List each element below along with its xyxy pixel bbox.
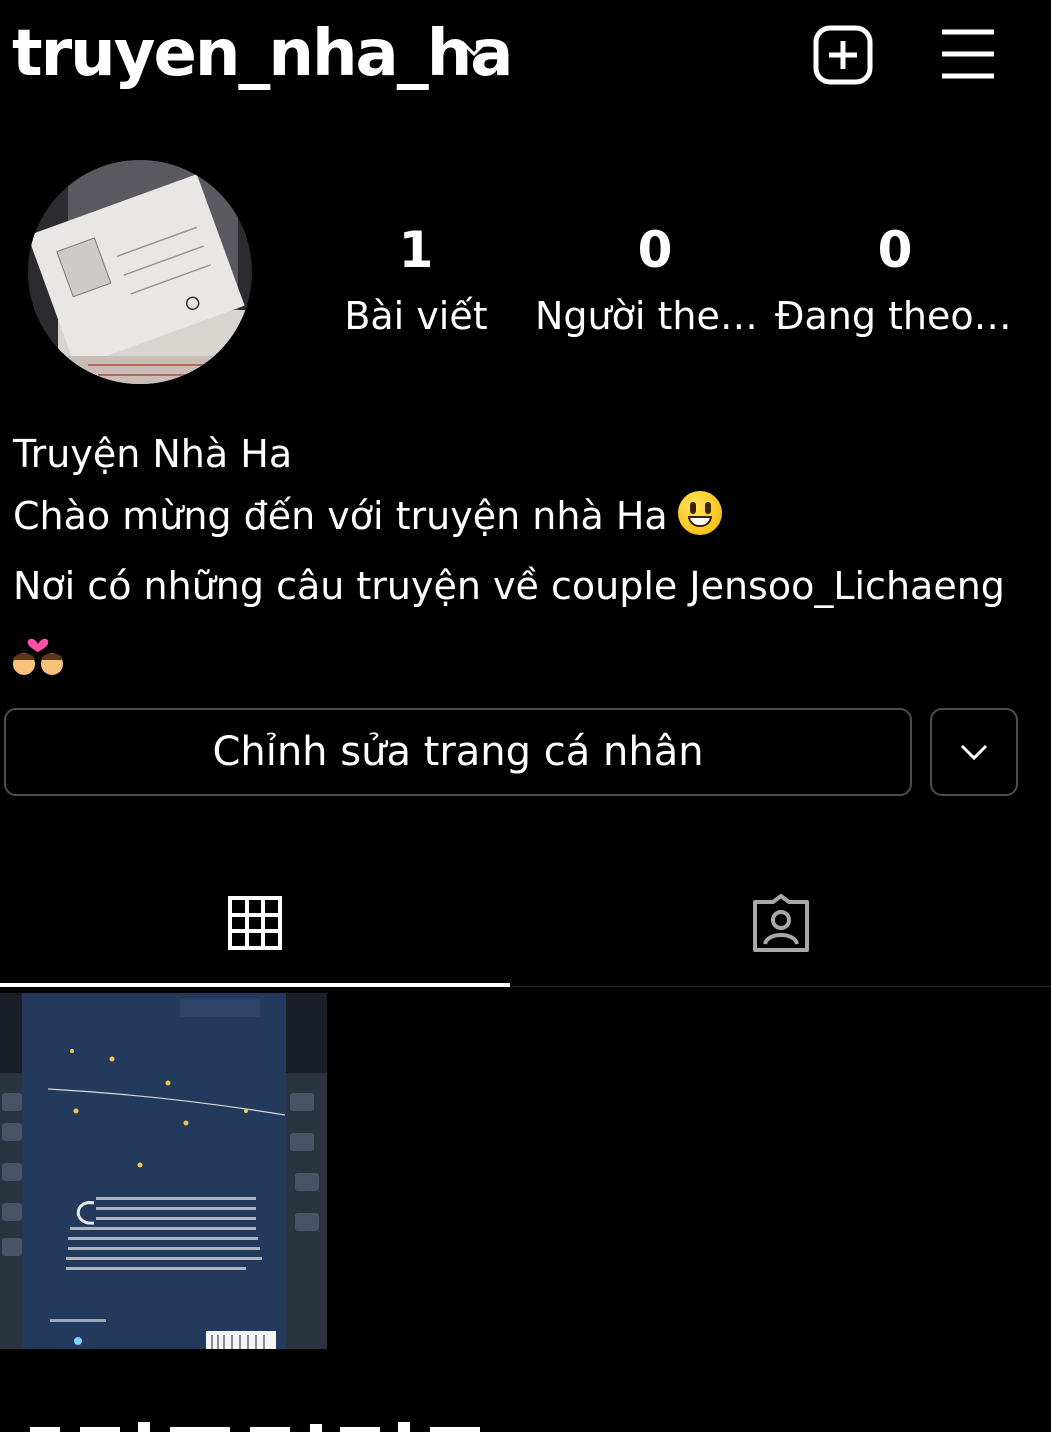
posts-label: Bài viết xyxy=(344,294,488,338)
following-count: 0 xyxy=(877,221,913,279)
bio-line: Chào mừng đến với truyện nhà Ha xyxy=(13,490,1043,542)
offscreen-content-peek xyxy=(0,1418,1051,1432)
posts-stat[interactable]: 1 Bài viết xyxy=(296,218,536,342)
followers-count: 0 xyxy=(637,221,673,279)
bio-text: Chào mừng đến với truyện nhà Ha xyxy=(13,494,668,538)
followers-label: Người theo dõi xyxy=(535,294,775,338)
edit-profile-button[interactable]: Chỉnh sửa trang cá nhân xyxy=(4,708,912,796)
grid-icon xyxy=(228,896,282,950)
discover-people-button[interactable] xyxy=(930,708,1018,796)
add-post-icon[interactable] xyxy=(812,24,874,86)
bio-line: Nơi có những câu truyện về couple Jensoo… xyxy=(13,564,1005,608)
menu-icon[interactable] xyxy=(938,26,998,82)
followers-stat[interactable]: 0 Người theo dõi xyxy=(535,218,775,342)
avatar[interactable] xyxy=(28,160,252,384)
active-tab-indicator xyxy=(0,983,510,987)
grinning-face-icon xyxy=(677,491,722,535)
following-stat[interactable]: 0 Đang theo dõi xyxy=(775,218,1015,342)
profile-tabs xyxy=(0,880,1051,987)
chevron-down-icon[interactable] xyxy=(458,36,490,60)
tagged-icon xyxy=(753,894,809,952)
tab-tagged[interactable] xyxy=(526,880,1036,986)
username[interactable]: truyen_nha_ha xyxy=(12,14,513,94)
post-thumbnail[interactable] xyxy=(0,993,327,1349)
tab-posts-grid[interactable] xyxy=(0,880,510,987)
couple-with-heart-icon xyxy=(13,638,63,675)
top-bar: truyen_nha_ha xyxy=(0,0,1051,110)
chevron-down-icon xyxy=(960,744,988,761)
following-label: Đang theo dõi xyxy=(775,294,1015,338)
posts-count: 1 xyxy=(398,221,434,279)
profile-bio: Truyện Nhà Ha Chào mừng đến với truyện n… xyxy=(13,428,1043,612)
display-name: Truyện Nhà Ha xyxy=(13,432,293,476)
